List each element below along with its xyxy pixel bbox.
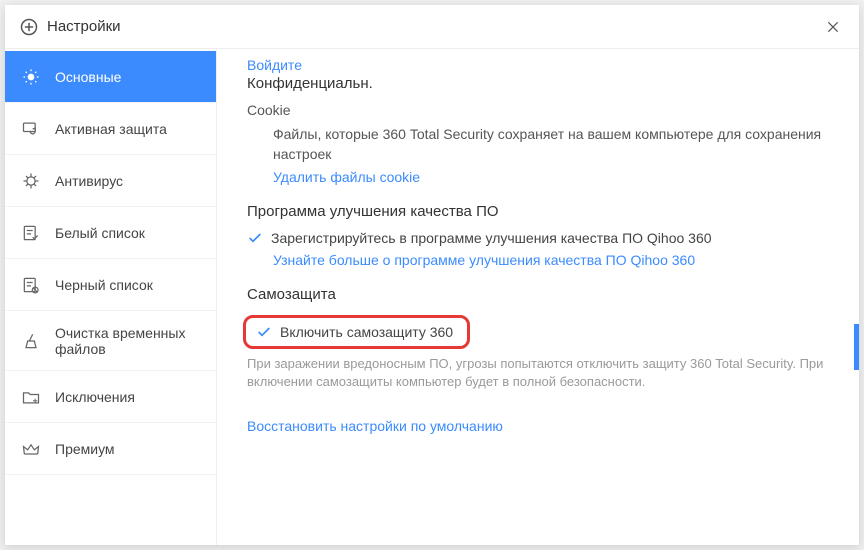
content-panel: Войдите Конфиденциальн. Cookie Файлы, ко… — [217, 49, 859, 545]
sidebar-item-label: Белый список — [55, 225, 145, 241]
sidebar-item-antivirus[interactable]: Антивирус — [5, 155, 216, 207]
sidebar-item-whitelist[interactable]: Белый список — [5, 207, 216, 259]
improvement-checkbox-label: Зарегистрируйтесь в программе улучшения … — [271, 230, 712, 246]
sidebar-item-premium[interactable]: Премиум — [5, 423, 216, 475]
broom-icon — [19, 329, 43, 353]
cookie-heading: Cookie — [247, 102, 835, 118]
selfprotect-description: При заражении вредоносным ПО, угрозы поп… — [247, 355, 835, 393]
checkbox-checked-icon — [256, 324, 272, 340]
sidebar-item-label: Премиум — [55, 441, 115, 457]
improvement-checkbox-row[interactable]: Зарегистрируйтесь в программе улучшения … — [247, 230, 835, 246]
sidebar-item-label: Черный список — [55, 277, 153, 293]
sidebar-item-label: Антивирус — [55, 173, 123, 189]
cookie-description: Файлы, которые 360 Total Security сохран… — [273, 124, 835, 165]
checkbox-checked-icon — [247, 230, 263, 246]
selfprotect-highlight: Включить самозащиту 360 — [243, 315, 470, 349]
virus-icon — [19, 169, 43, 193]
restore-defaults-link[interactable]: Восстановить настройки по умолчанию — [247, 418, 835, 434]
improvement-heading: Программа улучшения качества ПО — [247, 203, 835, 220]
selfprotect-heading: Самозащита — [247, 286, 835, 303]
sidebar-item-label: Исключения — [55, 389, 135, 405]
window-body: Основные Активная защита Антивирус — [5, 49, 859, 545]
privacy-heading: Конфиденциальн. — [247, 75, 835, 92]
list-check-icon — [19, 221, 43, 245]
settings-window: Настройки Основные — [5, 5, 859, 545]
close-button[interactable] — [821, 15, 845, 39]
list-block-icon — [19, 273, 43, 297]
sidebar-item-exclusions[interactable]: Исключения — [5, 371, 216, 423]
titlebar: Настройки — [5, 5, 859, 49]
selfprotect-checkbox-row[interactable]: Включить самозащиту 360 — [250, 324, 453, 340]
shield-monitor-icon — [19, 117, 43, 141]
login-link[interactable]: Войдите — [247, 57, 835, 73]
improvement-learn-more-link[interactable]: Узнайте больше о программе улучшения кач… — [273, 252, 835, 268]
delete-cookies-link[interactable]: Удалить файлы cookie — [273, 169, 835, 185]
folder-icon — [19, 385, 43, 409]
window-title: Настройки — [47, 18, 821, 35]
sidebar-item-general[interactable]: Основные — [5, 51, 216, 103]
sidebar-item-label: Очистка временных файлов — [55, 325, 202, 357]
selfprotect-checkbox-label: Включить самозащиту 360 — [280, 324, 453, 340]
sidebar-item-active-protection[interactable]: Активная защита — [5, 103, 216, 155]
scroll-indicator[interactable] — [854, 324, 859, 370]
sidebar-item-label: Основные — [55, 69, 121, 85]
app-icon — [19, 17, 39, 37]
sidebar: Основные Активная защита Антивирус — [5, 49, 217, 545]
gear-icon — [19, 65, 43, 89]
sidebar-item-cleanup[interactable]: Очистка временных файлов — [5, 311, 216, 371]
sidebar-item-label: Активная защита — [55, 121, 167, 137]
sidebar-item-blacklist[interactable]: Черный список — [5, 259, 216, 311]
crown-icon — [19, 437, 43, 461]
